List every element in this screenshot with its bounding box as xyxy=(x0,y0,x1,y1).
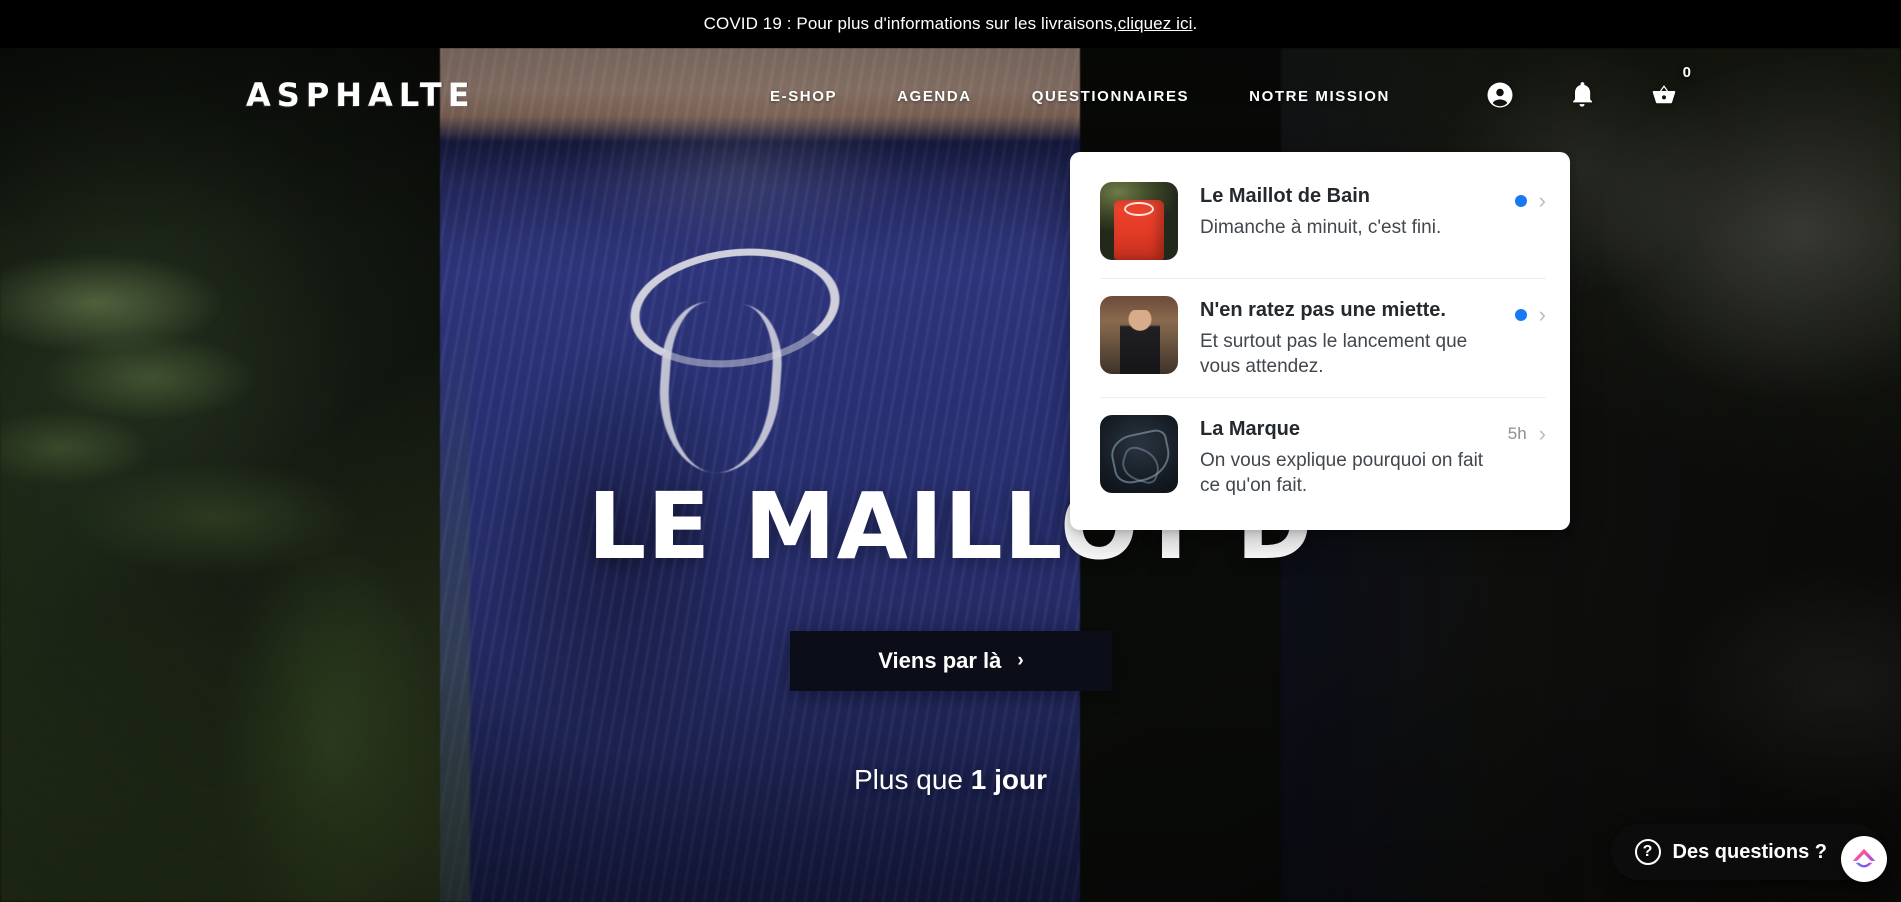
unread-dot-icon xyxy=(1514,309,1527,321)
covid-banner-text: COVID 19 : Pour plus d'informations sur … xyxy=(703,14,1118,33)
notification-meta: 5h › xyxy=(1498,415,1546,445)
notification-meta: › xyxy=(1505,296,1546,326)
red-swim-shorts-thumb xyxy=(1100,182,1178,260)
nav-item-agenda[interactable]: AGENDA xyxy=(897,88,972,105)
bell-icon[interactable] xyxy=(1567,80,1597,110)
notification-title: La Marque xyxy=(1200,418,1301,441)
unread-dot-icon xyxy=(1514,195,1527,207)
notification-body: N'en ratez pas une miette. Et surtout pa… xyxy=(1178,296,1505,379)
notification-timestamp: 5h xyxy=(1507,424,1527,444)
notification-body: Le Maillot de Bain Dimanche à minuit, c'… xyxy=(1178,182,1505,240)
notification-title: Le Maillot de Bain xyxy=(1200,185,1371,207)
crisp-chat-logo[interactable] xyxy=(1841,836,1887,882)
header-icon-group: 0 xyxy=(1485,64,1691,110)
chat-widget-button[interactable]: ? Des questions ? xyxy=(1610,824,1887,882)
covid-banner-link[interactable]: cliquez ici xyxy=(1118,14,1193,34)
man-black-tshirt-thumb xyxy=(1100,296,1178,374)
brand-logo[interactable]: ASPHALTE xyxy=(246,76,476,114)
page-root: COVID 19 : Pour plus d'informations sur … xyxy=(0,0,1901,902)
notification-description: Dimanche à minuit, c'est fini. xyxy=(1200,217,1442,238)
hero-cta-button[interactable]: Viens par là › xyxy=(790,631,1112,691)
notification-description: On vous explique pourquoi on fait ce qu'… xyxy=(1200,450,1484,497)
covid-banner: COVID 19 : Pour plus d'informations sur … xyxy=(0,0,1901,48)
hero-background xyxy=(0,48,1901,902)
notification-body: La Marque On vous explique pourquoi on f… xyxy=(1178,415,1498,498)
chevron-right-icon[interactable]: › xyxy=(1539,304,1546,326)
account-circle-icon[interactable] xyxy=(1485,80,1515,110)
notification-title: N'en ratez pas une miette. xyxy=(1200,299,1446,321)
cart-count-badge: 0 xyxy=(1682,64,1691,81)
notification-description: Et surtout pas le lancement que vous att… xyxy=(1200,331,1468,378)
chevron-right-icon: › xyxy=(1017,650,1024,671)
hero-cta-label: Viens par là xyxy=(878,648,1002,673)
question-mark-icon: ? xyxy=(1634,839,1661,865)
notification-item[interactable]: Le Maillot de Bain Dimanche à minuit, c'… xyxy=(1070,164,1570,278)
chevron-right-icon[interactable]: › xyxy=(1539,423,1546,445)
hero-bg-vignette xyxy=(0,48,1901,902)
dark-map-thumb xyxy=(1100,415,1178,494)
notification-item[interactable]: La Marque On vous explique pourquoi on f… xyxy=(1070,397,1570,516)
basket-icon[interactable]: 0 xyxy=(1649,64,1691,110)
covid-banner-text-end: . xyxy=(1192,14,1198,33)
nav-item-questionnaires[interactable]: QUESTIONNAIRES xyxy=(1032,88,1189,105)
site-header: ASPHALTE E-SHOP AGENDA QUESTIONNAIRES NO… xyxy=(0,48,1901,130)
notifications-dropdown: Le Maillot de Bain Dimanche à minuit, c'… xyxy=(1070,152,1570,531)
main-nav: E-SHOP AGENDA QUESTIONNAIRES NOTRE MISSI… xyxy=(770,88,1390,105)
chevron-right-icon[interactable]: › xyxy=(1539,190,1546,212)
notification-meta: › xyxy=(1505,182,1546,212)
notification-item[interactable]: N'en ratez pas une miette. Et surtout pa… xyxy=(1070,278,1570,397)
chat-widget-label: Des questions ? xyxy=(1672,840,1827,863)
nav-item-notre-mission[interactable]: NOTRE MISSION xyxy=(1249,88,1390,105)
nav-item-eshop[interactable]: E-SHOP xyxy=(770,88,837,105)
